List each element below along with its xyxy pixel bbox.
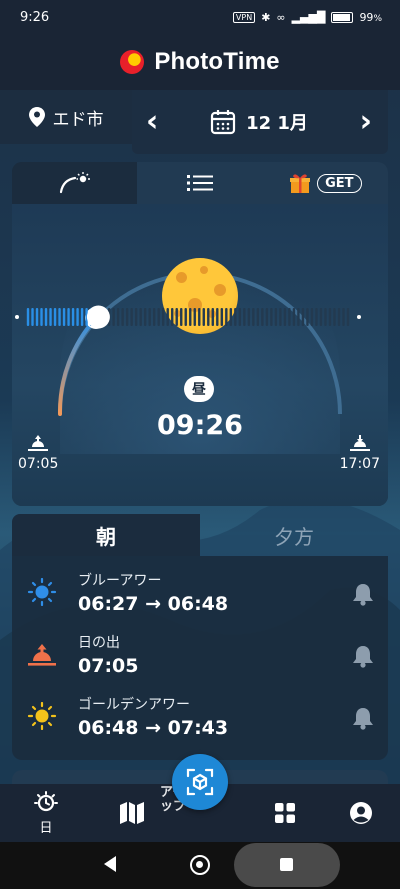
status-icons: VPN ✱ ∞ ▂▄▆█ 99% — [232, 10, 382, 24]
tab-list-view[interactable] — [137, 162, 263, 204]
bell-icon[interactable] — [352, 706, 374, 730]
gift-icon — [290, 174, 311, 193]
app-header: PhotoTime — [0, 34, 400, 90]
app-logo-icon — [120, 50, 145, 74]
system-navigation-bar — [0, 842, 400, 889]
location-selector[interactable]: エド市 — [0, 90, 132, 144]
prev-date-chevron-icon[interactable]: ‹ — [146, 107, 158, 137]
tab-evening[interactable]: 夕方 — [200, 514, 388, 556]
event-row-blue-hour[interactable]: ブルーアワー 06:27 → 06:48 — [12, 556, 388, 618]
ar-cube-icon — [186, 768, 214, 796]
event-row-sunrise[interactable]: 日の出 07:05 — [12, 618, 388, 680]
sun-arc — [57, 234, 342, 454]
bell-icon[interactable] — [352, 582, 374, 606]
event-label: 日の出 — [78, 635, 120, 651]
link-icon: ∞ — [276, 10, 286, 24]
tab-arc-view[interactable] — [12, 162, 138, 204]
date-selector: ‹ 12 1月 › — [132, 90, 388, 154]
event-list: ブルーアワー 06:27 → 06:48 日の出 07:05 ゴールデンアワー … — [12, 556, 388, 760]
battery-level: 99% — [359, 10, 382, 24]
sunset-marker: 17:07 — [340, 434, 380, 472]
sunrise-time: 07:05 — [18, 456, 59, 472]
grid-icon — [275, 803, 295, 823]
sunset-small-icon — [349, 435, 370, 451]
map-icon — [120, 802, 144, 824]
nav-day-label: 日 — [39, 820, 53, 836]
sunrise-marker: 07:05 — [18, 434, 58, 472]
app-title: PhotoTime — [154, 48, 280, 75]
sunrise-icon — [28, 644, 56, 666]
golden-sun-icon — [27, 702, 57, 730]
event-time: 06:27 → 06:48 — [78, 593, 229, 615]
nav-profile[interactable] — [331, 784, 391, 842]
next-date-chevron-icon[interactable]: › — [360, 107, 372, 137]
list-icon — [186, 175, 213, 191]
date-picker[interactable]: 12 1月 — [210, 109, 308, 135]
bell-icon[interactable] — [352, 644, 374, 668]
status-bar: 9:26 VPN ✱ ∞ ▂▄▆█ 99% — [0, 0, 400, 34]
vpn-badge: VPN — [232, 11, 256, 23]
event-time: 06:48 → 07:43 — [78, 717, 229, 739]
time-slider[interactable] — [14, 305, 362, 329]
location-pin-icon — [28, 107, 45, 127]
sun-arc-icon — [59, 172, 90, 194]
recents-icon — [280, 858, 293, 871]
sun-arc-area: 昼 09:26 07:05 17:07 — [12, 204, 388, 506]
event-label: ブルーアワー — [78, 573, 162, 589]
view-tabs: GET — [12, 162, 388, 204]
nav-day[interactable]: 日 — [16, 784, 76, 842]
signal-icon: ▂▄▆█ — [291, 10, 326, 24]
event-label: ゴールデンアワー — [78, 697, 190, 713]
back-icon[interactable] — [104, 856, 116, 872]
date-label: 12 1月 — [246, 113, 308, 134]
battery-icon — [331, 11, 354, 23]
tab-morning[interactable]: 朝 — [12, 514, 200, 556]
slider-thumb — [86, 305, 110, 329]
day-badge: 昼 — [184, 376, 214, 402]
recents-button[interactable] — [234, 843, 340, 887]
ar-camera-button[interactable] — [172, 754, 228, 810]
home-icon[interactable] — [190, 855, 210, 875]
period-tabs: 朝 夕方 — [12, 514, 388, 556]
sun-position-card: GET 昼 09:26 07:05 17:07 — [12, 162, 388, 506]
event-time: 07:05 — [78, 655, 139, 677]
location-date-row: エド市 ‹ 12 1月 › — [0, 90, 400, 154]
get-premium-button[interactable]: GET — [317, 173, 362, 193]
location-name: エド市 — [52, 109, 104, 130]
calendar-icon — [210, 110, 236, 135]
sun-clock-icon — [34, 790, 58, 811]
current-time: 09:26 — [157, 410, 243, 441]
bluetooth-icon: ✱ — [261, 10, 271, 24]
sunrise-small-icon — [28, 435, 49, 451]
tab-premium[interactable]: GET — [262, 162, 388, 204]
sunset-time: 17:07 — [339, 456, 380, 472]
status-time: 9:26 — [20, 9, 50, 25]
user-account-icon — [350, 802, 372, 824]
event-row-golden-hour[interactable]: ゴールデンアワー 06:48 → 07:43 — [12, 680, 388, 742]
blue-sun-icon — [27, 578, 57, 606]
